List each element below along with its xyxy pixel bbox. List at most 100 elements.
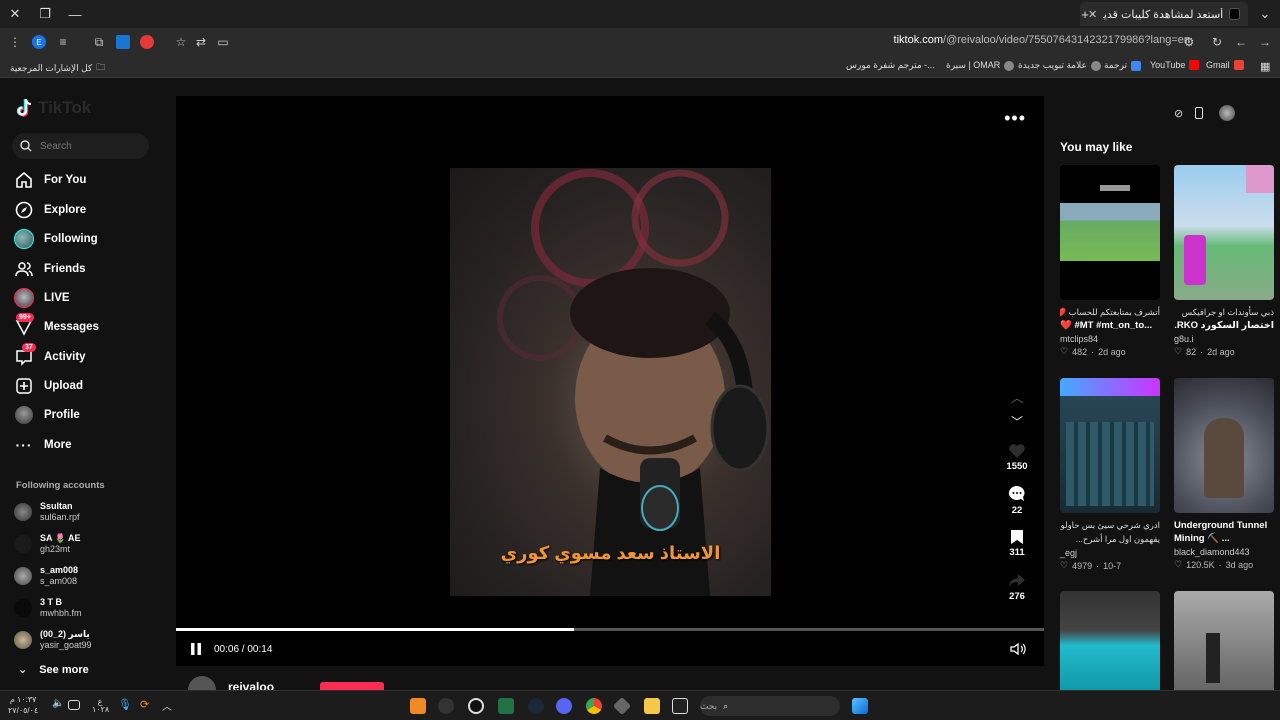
- nav-label: Friends: [44, 263, 86, 275]
- microphone-icon[interactable]: 🎙: [118, 698, 134, 714]
- comment-count: 22: [1011, 505, 1023, 516]
- back-icon[interactable]: →: [1258, 35, 1272, 49]
- extension-icon[interactable]: [116, 35, 130, 49]
- apps-grid-icon[interactable]: ▦: [1260, 60, 1270, 73]
- discord-icon[interactable]: [556, 698, 572, 714]
- nav-more[interactable]: ··· More: [14, 435, 72, 455]
- menu-dots-icon[interactable]: ⋮: [8, 35, 22, 49]
- nav-messages[interactable]: 99+ Messages: [14, 313, 99, 337]
- account-item[interactable]: Ssultan sul6an.rpf: [14, 501, 80, 523]
- bookmark-newtab[interactable]: علامة تبويب جديدة: [1018, 60, 1101, 71]
- search-input[interactable]: Search: [12, 133, 149, 159]
- nav-upload[interactable]: Upload: [14, 376, 83, 396]
- volume-icon[interactable]: 🔈: [52, 698, 68, 714]
- tab-active[interactable]: أستعد لمشاهدة كليبات قديمة مع ✕: [1080, 2, 1248, 26]
- share-button[interactable]: 276: [1002, 573, 1032, 602]
- save-button[interactable]: 311: [1002, 529, 1032, 558]
- language-indicator[interactable]: ع ١٠٢٨: [92, 698, 109, 714]
- live-icon: [14, 288, 34, 308]
- bookmark-omar[interactable]: سيرة | OMAR: [946, 60, 1015, 71]
- nav-profile[interactable]: Profile: [14, 405, 80, 425]
- steam-icon[interactable]: [528, 698, 544, 714]
- all-bookmarks[interactable]: كل الإشارات المرجعية 🗀: [10, 60, 105, 76]
- app-icon-capcut[interactable]: [468, 698, 484, 714]
- comment-button[interactable]: 22: [1002, 485, 1032, 516]
- video-frame[interactable]: الاستاذ سعد مسوي كوري: [450, 168, 771, 596]
- prev-video-button[interactable]: ︿: [1002, 389, 1032, 407]
- address-bar[interactable]: tiktok.com/@reivaloo/video/7550764314232…: [894, 34, 1190, 46]
- nav-live[interactable]: LIVE: [14, 288, 70, 308]
- chrome-icon[interactable]: [586, 698, 602, 714]
- forward-icon[interactable]: ←: [1234, 35, 1248, 49]
- more-options-icon[interactable]: •••: [1004, 108, 1026, 129]
- close-window-button[interactable]: ✕: [0, 0, 30, 28]
- file-explorer-icon[interactable]: [644, 698, 660, 714]
- bookmark-youtube[interactable]: YouTube: [1150, 60, 1200, 70]
- video-card[interactable]: [1174, 591, 1274, 690]
- nav-following[interactable]: Following: [14, 229, 98, 249]
- video-player[interactable]: ••• الاستاذ سعد مسوي كوري ︿ ﹀ 1550 22 31…: [176, 96, 1044, 666]
- chevron-up-icon[interactable]: ︿: [162, 698, 178, 714]
- follow-button[interactable]: [320, 682, 384, 690]
- tiktok-logo[interactable]: TikTok: [16, 98, 91, 118]
- phone-icon[interactable]: [1195, 107, 1204, 119]
- tray-app-icon[interactable]: ⟳: [140, 698, 156, 714]
- card-likes: 4979: [1072, 560, 1093, 571]
- nav-label: More: [44, 439, 72, 451]
- app-icon-terminal[interactable]: [672, 698, 688, 714]
- avatar: [14, 631, 32, 649]
- extensions-icon[interactable]: ⧉: [92, 35, 106, 49]
- bookmark-morse[interactable]: مترجم شفرة مورس -...: [846, 60, 935, 71]
- user-avatar[interactable]: [1219, 105, 1236, 121]
- tab-list-button[interactable]: ⌄: [1250, 0, 1280, 28]
- windows-start-icon[interactable]: [852, 698, 868, 714]
- extension-red-icon[interactable]: [140, 35, 154, 49]
- nav-friends[interactable]: Friends: [14, 259, 86, 279]
- video-card[interactable]: أتشرف بمتابعتكم للحساب ❤️ ❤️ #MT #mt_on_…: [1060, 165, 1160, 357]
- bookmark-gmail[interactable]: Gmail: [1206, 60, 1244, 70]
- upload-icon: [14, 376, 34, 396]
- translate-icon[interactable]: ⇄: [194, 35, 208, 49]
- site-settings-icon[interactable]: ⚙: [1182, 35, 1196, 49]
- taskbar-search[interactable]: ⌕ بحث: [700, 696, 840, 716]
- app-icon-obs[interactable]: [438, 698, 454, 714]
- clock[interactable]: ١٠:٣٧ م ٢٧/٠٥/٠٤: [8, 694, 38, 716]
- like-button[interactable]: 1550: [1002, 443, 1032, 472]
- bookmark-star-icon[interactable]: ☆: [174, 35, 188, 49]
- new-tab-button[interactable]: +: [1070, 0, 1100, 28]
- network-icon[interactable]: [68, 700, 80, 710]
- profile-avatar-icon[interactable]: E: [32, 35, 46, 49]
- see-more-button[interactable]: ⌄ See more: [18, 663, 89, 677]
- video-card[interactable]: ادري شرحي سيئ بس حاولو يفهمون اول مرا أش…: [1060, 378, 1160, 571]
- account-item[interactable]: SA 🌷 AE gh23mt: [14, 533, 81, 555]
- reload-icon[interactable]: ↻: [1210, 35, 1224, 49]
- pause-icon[interactable]: [190, 642, 202, 656]
- account-item[interactable]: s_am008 s_am008: [14, 565, 78, 587]
- card-date: 2d ago: [1207, 346, 1235, 357]
- restore-window-button[interactable]: ❐: [30, 0, 60, 28]
- nav-label: LIVE: [44, 292, 70, 304]
- video-card[interactable]: ذبي سأوندات او جرافيكس اختصار السكورد RK…: [1174, 165, 1274, 357]
- account-item[interactable]: ياسر (2_00) yasir_goat99: [14, 629, 92, 651]
- bookmark-translate[interactable]: ترجمة: [1104, 60, 1142, 71]
- app-icon-cube[interactable]: [612, 696, 632, 716]
- minimize-window-button[interactable]: —: [60, 0, 90, 28]
- nav-activity[interactable]: 37 Activity: [14, 343, 86, 367]
- tiktok-note-icon: [16, 98, 32, 117]
- profile-icon: [14, 405, 34, 425]
- video-card[interactable]: Underground Tunnel Mining ⛏️ ... black_d…: [1174, 378, 1274, 570]
- nav-explore[interactable]: Explore: [14, 200, 86, 220]
- compass-icon[interactable]: ⊘: [1174, 107, 1183, 120]
- account-item[interactable]: 3 T Bmwhbh.fm: [14, 597, 82, 619]
- cast-icon[interactable]: ▭: [216, 35, 230, 49]
- author-avatar[interactable]: [188, 676, 216, 690]
- excel-icon[interactable]: [498, 698, 514, 714]
- volume-button[interactable]: [1010, 642, 1026, 656]
- video-card[interactable]: [1060, 591, 1160, 690]
- next-video-button[interactable]: ﹀: [1002, 413, 1032, 431]
- app-icon-orange[interactable]: [410, 698, 426, 714]
- reading-list-icon[interactable]: ≡: [56, 35, 70, 49]
- nav-for-you[interactable]: For You: [14, 170, 86, 190]
- author-name[interactable]: reivaloo: [228, 680, 274, 690]
- nav-label: Messages: [44, 321, 99, 333]
